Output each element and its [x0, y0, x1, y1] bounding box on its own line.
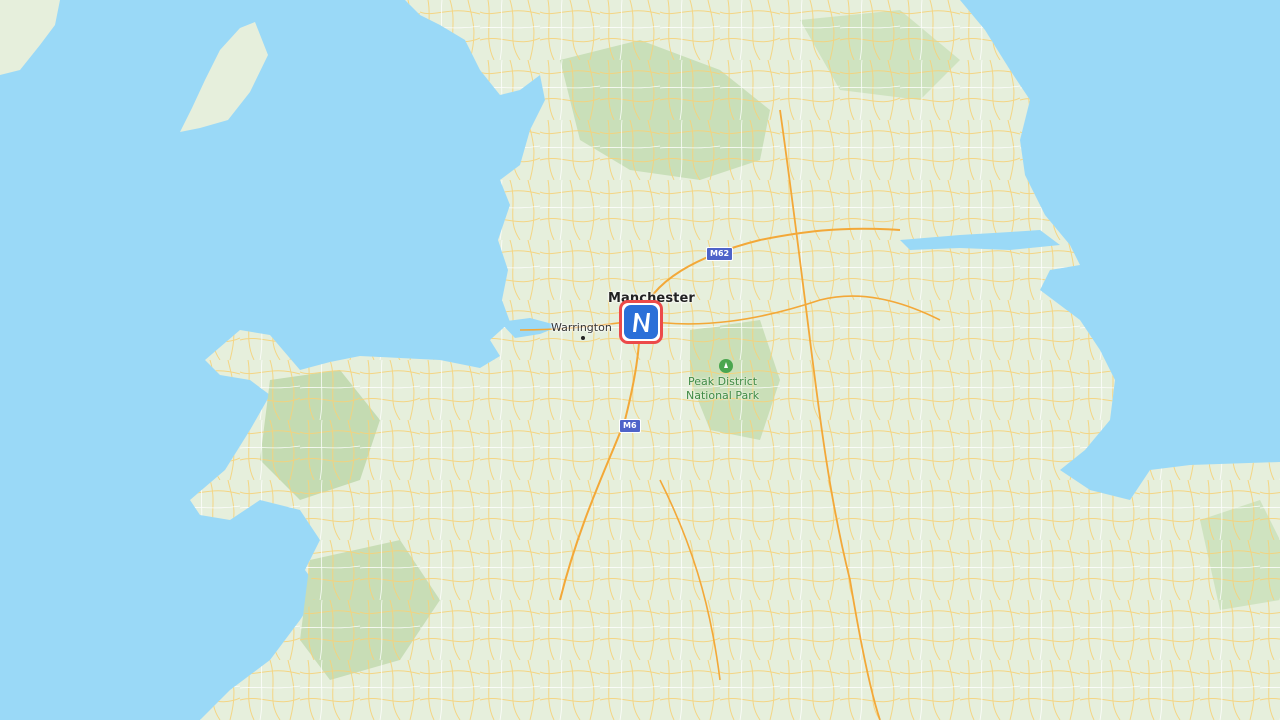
location-marker[interactable]: [619, 300, 663, 344]
road-shield-m6: M6: [619, 419, 641, 433]
n-logo-icon: [624, 305, 658, 339]
basemap: [0, 0, 1280, 720]
map-canvas[interactable]: Manchester Warrington Peak District Nati…: [0, 0, 1280, 720]
park-pin-icon: [719, 359, 733, 373]
warrington-dot: [581, 336, 585, 340]
road-shield-m62: M62: [706, 247, 734, 261]
